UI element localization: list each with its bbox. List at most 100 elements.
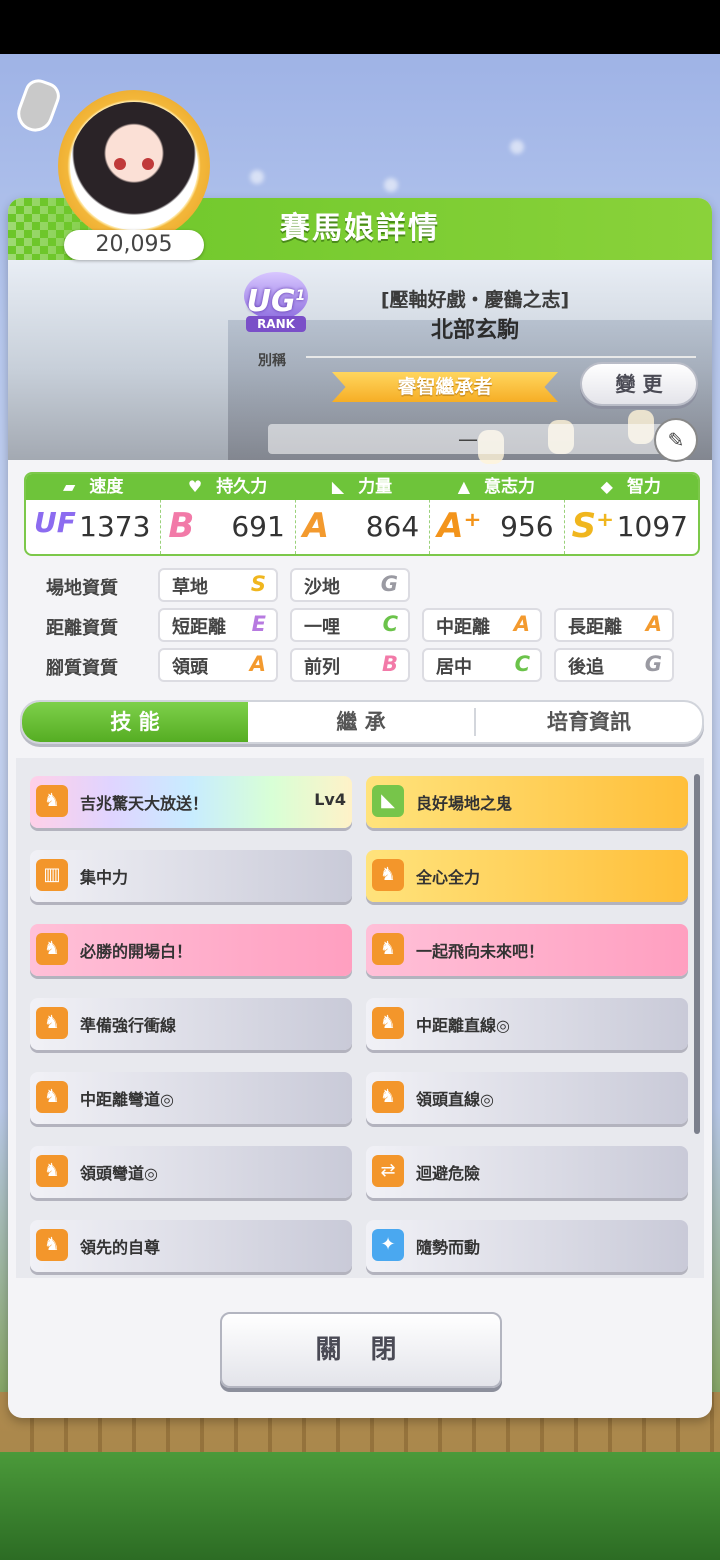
- tab-skills[interactable]: 技 能: [22, 702, 248, 742]
- running-horse-icon: ♞: [372, 1007, 404, 1039]
- alias-label: 別稱: [258, 353, 286, 369]
- stat-grade: A⁺: [437, 506, 482, 546]
- skill-item[interactable]: ♞ 領頭彎道◎: [30, 1146, 352, 1198]
- running-horse-icon: ♞: [36, 1155, 68, 1187]
- tab-inheritance[interactable]: 繼 承: [248, 702, 474, 742]
- style-aptitude-label: 腳質資質: [46, 658, 118, 679]
- skill-item[interactable]: ◣ 良好場地之鬼: [366, 776, 688, 828]
- aptitude-grade: A: [249, 652, 266, 676]
- skill-item[interactable]: ♞ 必勝的開場白！: [30, 924, 352, 976]
- name-divider: [306, 356, 696, 358]
- skill-name: 吉兆驚天大放送！: [80, 794, 209, 813]
- skill-list-scrollbar[interactable]: [694, 774, 700, 1134]
- skill-list[interactable]: ♞ 吉兆驚天大放送！ Lv4 ◣ 良好場地之鬼 ▥ 集中力 ♞ 全心全力 ♞ 必…: [16, 758, 704, 1278]
- running-horse-icon: ♞: [372, 933, 404, 965]
- avatar-eye: [114, 158, 126, 170]
- stat-guts: ▲ 意志力 A⁺ 956: [429, 474, 565, 554]
- aptitude-name: 短距離: [172, 617, 226, 638]
- running-horse-icon: ♞: [36, 785, 68, 817]
- aptitude-name: 草地: [172, 577, 208, 598]
- stat-stamina: ♥ 持久力 B 691: [160, 474, 296, 554]
- skill-item[interactable]: ▥ 集中力: [30, 850, 352, 902]
- detail-tabs: 技 能 繼 承 培育資訊: [20, 700, 704, 744]
- skill-name: 必勝的開場白！: [80, 942, 193, 961]
- background-grass: [0, 1452, 720, 1560]
- sparkle-decoration: [384, 178, 398, 192]
- aptitude-cell: 領頭 A: [158, 648, 278, 682]
- skill-name: 準備強行衝線: [80, 1016, 177, 1035]
- running-horse-icon: ♞: [36, 1229, 68, 1261]
- shoe-icon: ▰: [63, 477, 76, 496]
- aptitude-name: 中距離: [436, 617, 490, 638]
- skill-item[interactable]: ♞ 全心全力: [366, 850, 688, 902]
- rank-badge-label: RANK: [246, 316, 306, 332]
- stat-value: 1097: [616, 510, 688, 543]
- memo-field[interactable]: —: [268, 424, 668, 454]
- stat-label: 持久力: [216, 477, 268, 497]
- skill-item[interactable]: ⇄ 迴避危險: [366, 1146, 688, 1198]
- stats-panel: ▰ 速度 UF 1373 ♥ 持久力 B 691 ◣ 力量 A 864 ▲ 意志力 A⁺ 956…: [24, 472, 700, 556]
- aptitude-name: 領頭: [172, 657, 208, 678]
- aptitude-grade: G: [380, 572, 398, 596]
- skill-name: 集中力: [80, 868, 129, 887]
- avatar[interactable]: [70, 102, 198, 230]
- change-button[interactable]: 變 更: [580, 362, 698, 406]
- aptitude-name: 居中: [436, 657, 472, 678]
- rank-badge: UG1 RANK: [236, 272, 316, 332]
- aptitude-cell: 沙地 G: [290, 568, 410, 602]
- flame-icon: ▲: [457, 477, 471, 496]
- character-name: 北部玄駒: [430, 318, 519, 343]
- heart-icon: ♥: [187, 477, 203, 496]
- costume-name: [壓軸好戲・慶鶴之志]: [380, 289, 570, 311]
- skill-name: 中距離直線◎: [416, 1016, 510, 1035]
- status-bar: [0, 0, 720, 54]
- skill-name: 中距離彎道◎: [80, 1090, 174, 1109]
- tab-training-info[interactable]: 培育資訊: [476, 702, 702, 742]
- muscle-icon: ◣: [331, 477, 345, 496]
- stat-value: 691: [231, 510, 285, 543]
- stat-grade: B: [168, 506, 195, 546]
- stat-label: 速度: [89, 477, 124, 497]
- aptitude-grade: C: [382, 612, 398, 636]
- stat-wisdom: ◆ 智力 S⁺ 1097: [563, 474, 698, 554]
- sparkle-decoration: [510, 140, 524, 154]
- skill-item[interactable]: ♞ 吉兆驚天大放送！ Lv4: [30, 776, 352, 828]
- stat-grade: A: [302, 506, 330, 546]
- graduation-cap-icon: ◆: [600, 477, 613, 496]
- skill-item[interactable]: ♞ 領先的自尊: [30, 1220, 352, 1272]
- aptitude-grade: A: [513, 612, 530, 636]
- distance-aptitude-label: 距離資質: [46, 618, 118, 639]
- aptitude-cell: 一哩 C: [290, 608, 410, 642]
- gate-icon: ▥: [36, 859, 68, 891]
- skill-name: 領頭彎道◎: [80, 1164, 158, 1183]
- skill-name: 一起飛向未來吧！: [416, 942, 545, 961]
- title-banner: 睿智繼承者: [332, 372, 558, 402]
- edit-pencil-icon[interactable]: ✎: [654, 418, 698, 462]
- swap-arrows-icon: ⇄: [372, 1155, 404, 1187]
- stat-grade: S⁺: [571, 506, 615, 546]
- skill-name: 領頭直線◎: [416, 1090, 494, 1109]
- skill-item[interactable]: ♞ 一起飛向未來吧！: [366, 924, 688, 976]
- stat-value: 1373: [79, 510, 151, 543]
- avatar-eye: [142, 158, 154, 170]
- aptitude-cell: 長距離 A: [554, 608, 674, 642]
- close-button[interactable]: 關 閉: [220, 1312, 502, 1388]
- skill-level: Lv4: [314, 790, 346, 809]
- running-horse-icon: ♞: [372, 1081, 404, 1113]
- skill-item[interactable]: ♞ 中距離直線◎: [366, 998, 688, 1050]
- aptitude-cell: 短距離 E: [158, 608, 278, 642]
- skill-name: 隨勢而動: [416, 1238, 481, 1257]
- stat-value: 864: [365, 510, 420, 543]
- aptitude-grade: B: [381, 652, 398, 676]
- aptitude-name: 一哩: [304, 617, 340, 638]
- skill-name: 迴避危險: [416, 1164, 481, 1183]
- skill-item[interactable]: ♞ 領頭直線◎: [366, 1072, 688, 1124]
- aptitude-name: 後追: [568, 657, 604, 678]
- skill-item[interactable]: ♞ 中距離彎道◎: [30, 1072, 352, 1124]
- running-horse-icon: ♞: [372, 859, 404, 891]
- aptitude-grade: A: [645, 612, 662, 636]
- skill-item[interactable]: ✦ 隨勢而動: [366, 1220, 688, 1272]
- skill-name: 全心全力: [416, 868, 481, 887]
- aptitude-cell: 中距離 A: [422, 608, 542, 642]
- skill-item[interactable]: ♞ 準備強行衝線: [30, 998, 352, 1050]
